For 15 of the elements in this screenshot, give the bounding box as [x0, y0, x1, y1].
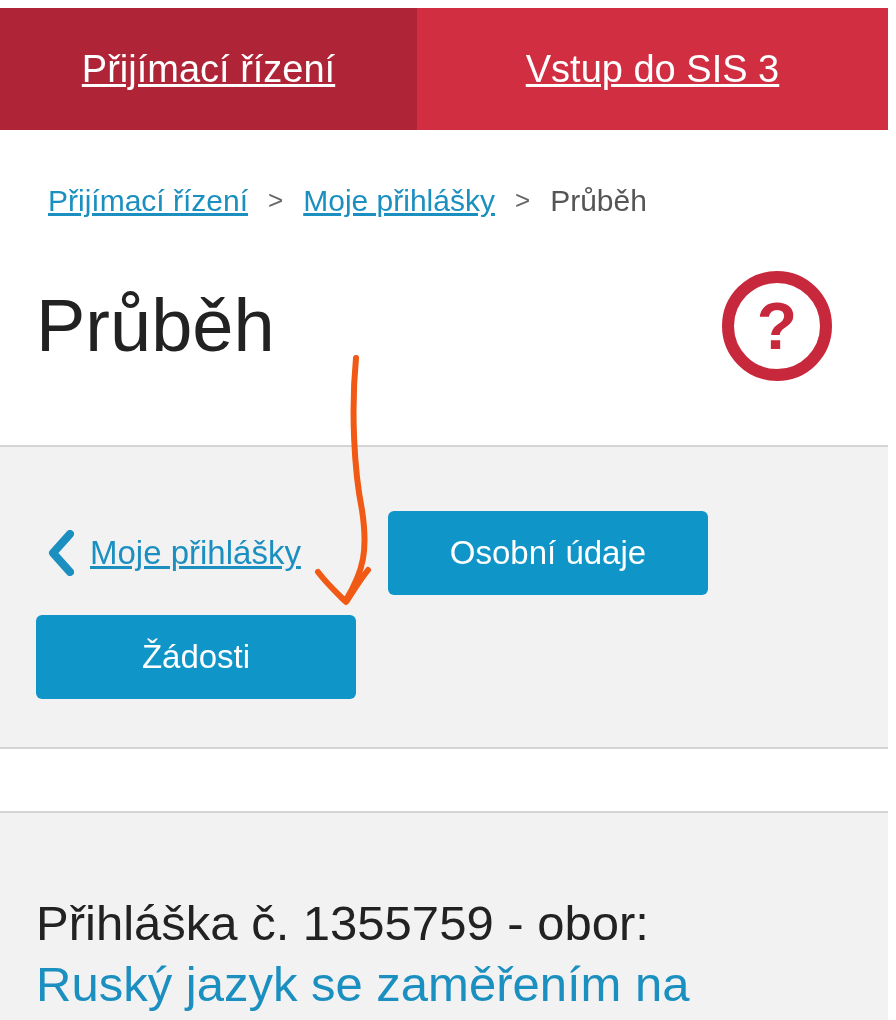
breadcrumb-separator: >: [268, 184, 284, 217]
breadcrumb-separator: >: [514, 184, 531, 217]
nav-tab[interactable]: Vstup do SIS 3: [417, 8, 888, 130]
breadcrumb-current: Průběh: [550, 183, 647, 219]
back-link[interactable]: Moje přihlášky: [36, 528, 356, 578]
nav-tab[interactable]: Přijímací řízení: [0, 8, 417, 130]
action-button[interactable]: Žádosti: [36, 615, 356, 699]
application-heading: Přihláška č. 1355759 - obor:: [36, 895, 650, 952]
help-icon[interactable]: ?: [722, 271, 832, 381]
chevron-left-icon: [48, 530, 74, 576]
page-title: Průběh: [36, 289, 275, 363]
field-link[interactable]: Ruský jazyk se zaměřením na: [36, 957, 690, 1012]
breadcrumb-link[interactable]: Přijímací řízení: [48, 178, 249, 223]
breadcrumb-link[interactable]: Moje přihlášky: [303, 178, 495, 223]
action-button[interactable]: Osobní údaje: [388, 511, 708, 595]
